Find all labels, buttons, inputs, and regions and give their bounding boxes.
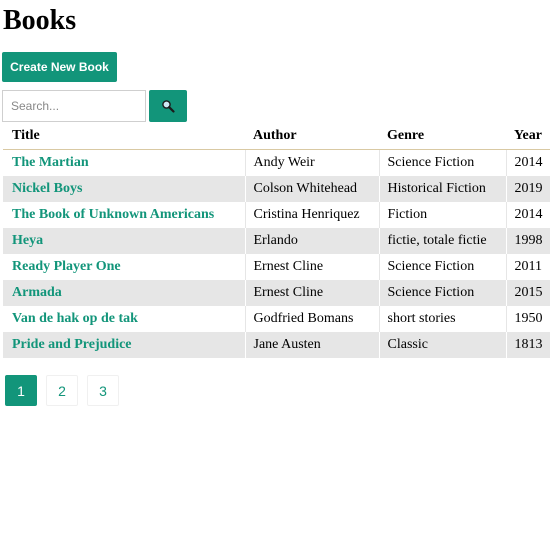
book-genre: Fiction <box>379 202 507 228</box>
book-title-link[interactable]: Van de hak op de tak <box>12 311 138 326</box>
book-genre: Science Fiction <box>379 149 507 176</box>
column-header-year[interactable]: Year <box>506 123 550 150</box>
book-title-link[interactable]: The Book of Unknown Americans <box>12 207 214 222</box>
book-title-link[interactable]: Ready Player One <box>12 259 121 274</box>
table-row: Armada Ernest Cline Science Fiction 2015 <box>3 280 550 306</box>
table-row: The Martian Andy Weir Science Fiction 20… <box>3 149 550 176</box>
table-row: Van de hak op de tak Godfried Bomans sho… <box>3 306 550 332</box>
book-title-link[interactable]: The Martian <box>12 155 89 170</box>
book-author: Ernest Cline <box>245 254 380 280</box>
book-title-link[interactable]: Nickel Boys <box>12 181 82 196</box>
book-year: 2014 <box>506 149 550 176</box>
create-new-book-button[interactable]: Create New Book <box>2 52 117 82</box>
book-year: 2015 <box>506 280 550 306</box>
page-button-1[interactable]: 1 <box>5 375 37 406</box>
book-title-link[interactable]: Pride and Prejudice <box>12 337 132 352</box>
search-input[interactable] <box>2 90 146 122</box>
book-year: 1950 <box>506 306 550 332</box>
book-genre: fictie, totale fictie <box>379 228 507 254</box>
table-row: Heya Erlando fictie, totale fictie 1998 <box>3 228 550 254</box>
book-year: 2014 <box>506 202 550 228</box>
book-genre: short stories <box>379 306 507 332</box>
book-author: Andy Weir <box>245 149 380 176</box>
books-table: Title Author Genre Year The Martian Andy… <box>3 123 550 358</box>
table-row: Pride and Prejudice Jane Austen Classic … <box>3 332 550 358</box>
table-row: The Book of Unknown Americans Cristina H… <box>3 202 550 228</box>
table-row: Ready Player One Ernest Cline Science Fi… <box>3 254 550 280</box>
book-genre: Historical Fiction <box>379 176 507 202</box>
book-author: Ernest Cline <box>245 280 380 306</box>
magnifier-icon <box>162 100 175 113</box>
book-author: Godfried Bomans <box>245 306 380 332</box>
book-author: Erlando <box>245 228 380 254</box>
column-header-author[interactable]: Author <box>245 123 379 150</box>
book-year: 1998 <box>506 228 550 254</box>
book-year: 1813 <box>506 332 550 358</box>
page-button-3[interactable]: 3 <box>87 375 119 406</box>
book-genre: Science Fiction <box>379 280 507 306</box>
book-year: 2019 <box>506 176 550 202</box>
table-row: Nickel Boys Colson Whitehead Historical … <box>3 176 550 202</box>
column-header-genre[interactable]: Genre <box>379 123 506 150</box>
book-title-link[interactable]: Armada <box>12 285 62 300</box>
pagination: 1 2 3 <box>5 375 119 406</box>
book-genre: Classic <box>379 332 507 358</box>
book-author: Cristina Henriquez <box>245 202 380 228</box>
book-year: 2011 <box>506 254 550 280</box>
book-genre: Science Fiction <box>379 254 507 280</box>
book-title-link[interactable]: Heya <box>12 233 43 248</box>
search-button[interactable] <box>149 90 187 122</box>
book-author: Colson Whitehead <box>245 176 380 202</box>
table-header-row: Title Author Genre Year <box>3 123 550 150</box>
page-title: Books <box>3 5 77 36</box>
book-author: Jane Austen <box>245 332 380 358</box>
column-header-title[interactable]: Title <box>3 123 245 150</box>
books-page: Books Create New Book Title Author Genre… <box>0 0 550 550</box>
page-button-2[interactable]: 2 <box>46 375 78 406</box>
